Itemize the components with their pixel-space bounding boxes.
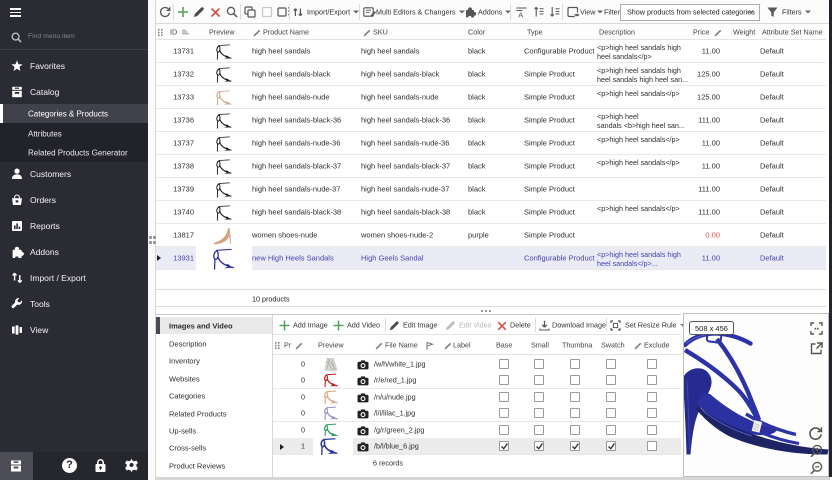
svg-text:A: A — [518, 11, 523, 18]
